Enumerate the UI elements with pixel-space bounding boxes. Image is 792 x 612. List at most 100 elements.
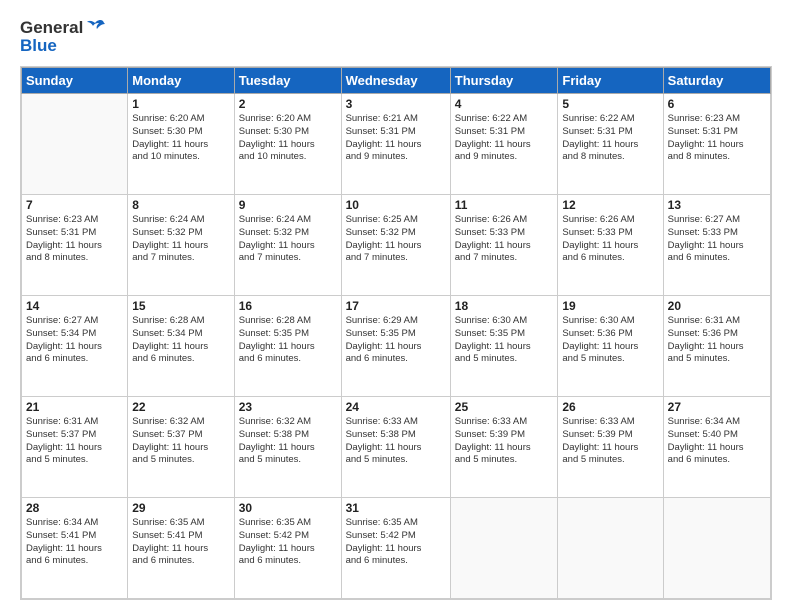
calendar-cell: 6 Sunrise: 6:23 AM Sunset: 5:31 PM Daylig… bbox=[663, 94, 770, 195]
week-row-3: 14Sunrise: 6:27 AM Sunset: 5:34 PM Dayli… bbox=[22, 296, 771, 397]
calendar-cell: 26 Sunrise: 6:33 AM Sunset: 5:39 PM Dayli… bbox=[558, 397, 663, 498]
day-info: Sunrise: 6:28 AM Sunset: 5:34 PM Dayligh… bbox=[132, 315, 230, 366]
day-info: Sunrise: 6:35 AM Sunset: 5:42 PM Dayligh… bbox=[239, 517, 337, 568]
calendar-cell: 21 Sunrise: 6:31 AM Sunset: 5:37 PM Dayli… bbox=[22, 397, 128, 498]
day-info: Sunrise: 6:31 AM Sunset: 5:36 PM Dayligh… bbox=[668, 315, 766, 366]
day-number: 3 bbox=[346, 97, 446, 111]
day-info: Sunrise: 6:33 AM Sunset: 5:39 PM Dayligh… bbox=[562, 416, 658, 467]
day-number: 5 bbox=[562, 97, 658, 111]
logo-blue: Blue bbox=[20, 36, 57, 56]
day-info: Sunrise: 6:35 AM Sunset: 5:42 PM Dayligh… bbox=[346, 517, 446, 568]
day-number: 10 bbox=[346, 198, 446, 212]
day-info: Sunrise: 6:24 AM Sunset: 5:32 PM Dayligh… bbox=[239, 214, 337, 265]
calendar-cell: 13 Sunrise: 6:27 AM Sunset: 5:33 PM Dayli… bbox=[663, 195, 770, 296]
calendar-cell: 18Sunrise: 6:30 AM Sunset: 5:35 PM Dayli… bbox=[450, 296, 558, 397]
day-info: Sunrise: 6:23 AM Sunset: 5:31 PM Dayligh… bbox=[668, 113, 766, 164]
day-number: 21 bbox=[26, 400, 123, 414]
calendar-cell: 10 Sunrise: 6:25 AM Sunset: 5:32 PM Dayli… bbox=[341, 195, 450, 296]
week-row-2: 7Sunrise: 6:23 AM Sunset: 5:31 PM Daylig… bbox=[22, 195, 771, 296]
day-number: 22 bbox=[132, 400, 230, 414]
calendar-cell: 19 Sunrise: 6:30 AM Sunset: 5:36 PM Dayli… bbox=[558, 296, 663, 397]
weekday-header-friday: Friday bbox=[558, 68, 663, 94]
calendar-cell bbox=[450, 498, 558, 599]
day-number: 9 bbox=[239, 198, 337, 212]
calendar-cell: 8 Sunrise: 6:24 AM Sunset: 5:32 PM Daylig… bbox=[128, 195, 235, 296]
calendar-cell: 11 Sunrise: 6:26 AM Sunset: 5:33 PM Dayli… bbox=[450, 195, 558, 296]
day-number: 28 bbox=[26, 501, 123, 515]
calendar-cell: 16 Sunrise: 6:28 AM Sunset: 5:35 PM Dayli… bbox=[234, 296, 341, 397]
day-info: Sunrise: 6:35 AM Sunset: 5:41 PM Dayligh… bbox=[132, 517, 230, 568]
calendar-cell: 15Sunrise: 6:28 AM Sunset: 5:34 PM Dayli… bbox=[128, 296, 235, 397]
calendar-cell bbox=[22, 94, 128, 195]
weekday-header-monday: Monday bbox=[128, 68, 235, 94]
week-row-4: 21 Sunrise: 6:31 AM Sunset: 5:37 PM Dayli… bbox=[22, 397, 771, 498]
calendar: SundayMondayTuesdayWednesdayThursdayFrid… bbox=[20, 66, 772, 600]
weekday-header-wednesday: Wednesday bbox=[341, 68, 450, 94]
calendar-cell: 3 Sunrise: 6:21 AM Sunset: 5:31 PM Daylig… bbox=[341, 94, 450, 195]
calendar-cell: 9 Sunrise: 6:24 AM Sunset: 5:32 PM Daylig… bbox=[234, 195, 341, 296]
calendar-cell: 17 Sunrise: 6:29 AM Sunset: 5:35 PM Dayli… bbox=[341, 296, 450, 397]
day-number: 2 bbox=[239, 97, 337, 111]
page: General Blue SundayMondayTuesdayWednesda… bbox=[0, 0, 792, 612]
weekday-header-tuesday: Tuesday bbox=[234, 68, 341, 94]
day-info: Sunrise: 6:33 AM Sunset: 5:38 PM Dayligh… bbox=[346, 416, 446, 467]
day-number: 13 bbox=[668, 198, 766, 212]
weekday-header-saturday: Saturday bbox=[663, 68, 770, 94]
day-number: 11 bbox=[455, 198, 554, 212]
calendar-cell bbox=[663, 498, 770, 599]
day-info: Sunrise: 6:20 AM Sunset: 5:30 PM Dayligh… bbox=[239, 113, 337, 164]
calendar-cell: 24 Sunrise: 6:33 AM Sunset: 5:38 PM Dayli… bbox=[341, 397, 450, 498]
day-number: 30 bbox=[239, 501, 337, 515]
day-info: Sunrise: 6:28 AM Sunset: 5:35 PM Dayligh… bbox=[239, 315, 337, 366]
day-info: Sunrise: 6:22 AM Sunset: 5:31 PM Dayligh… bbox=[562, 113, 658, 164]
day-info: Sunrise: 6:20 AM Sunset: 5:30 PM Dayligh… bbox=[132, 113, 230, 164]
day-number: 26 bbox=[562, 400, 658, 414]
day-number: 6 bbox=[668, 97, 766, 111]
day-number: 8 bbox=[132, 198, 230, 212]
calendar-cell: 12 Sunrise: 6:26 AM Sunset: 5:33 PM Dayli… bbox=[558, 195, 663, 296]
day-info: Sunrise: 6:32 AM Sunset: 5:38 PM Dayligh… bbox=[239, 416, 337, 467]
calendar-cell: 29 Sunrise: 6:35 AM Sunset: 5:41 PM Dayli… bbox=[128, 498, 235, 599]
weekday-header-row: SundayMondayTuesdayWednesdayThursdayFrid… bbox=[22, 68, 771, 94]
calendar-cell: 14Sunrise: 6:27 AM Sunset: 5:34 PM Dayli… bbox=[22, 296, 128, 397]
calendar-cell: 1Sunrise: 6:20 AM Sunset: 5:30 PM Daylig… bbox=[128, 94, 235, 195]
day-info: Sunrise: 6:31 AM Sunset: 5:37 PM Dayligh… bbox=[26, 416, 123, 467]
calendar-cell: 31 Sunrise: 6:35 AM Sunset: 5:42 PM Dayli… bbox=[341, 498, 450, 599]
day-number: 12 bbox=[562, 198, 658, 212]
day-number: 29 bbox=[132, 501, 230, 515]
day-number: 25 bbox=[455, 400, 554, 414]
day-number: 31 bbox=[346, 501, 446, 515]
logo-general: General bbox=[20, 18, 83, 38]
calendar-cell: 4 Sunrise: 6:22 AM Sunset: 5:31 PM Daylig… bbox=[450, 94, 558, 195]
day-number: 24 bbox=[346, 400, 446, 414]
calendar-cell: 27Sunrise: 6:34 AM Sunset: 5:40 PM Dayli… bbox=[663, 397, 770, 498]
day-info: Sunrise: 6:27 AM Sunset: 5:34 PM Dayligh… bbox=[26, 315, 123, 366]
day-number: 20 bbox=[668, 299, 766, 313]
day-info: Sunrise: 6:26 AM Sunset: 5:33 PM Dayligh… bbox=[562, 214, 658, 265]
day-info: Sunrise: 6:21 AM Sunset: 5:31 PM Dayligh… bbox=[346, 113, 446, 164]
day-number: 27 bbox=[668, 400, 766, 414]
day-info: Sunrise: 6:27 AM Sunset: 5:33 PM Dayligh… bbox=[668, 214, 766, 265]
logo: General Blue bbox=[20, 18, 107, 56]
weekday-header-thursday: Thursday bbox=[450, 68, 558, 94]
day-info: Sunrise: 6:30 AM Sunset: 5:36 PM Dayligh… bbox=[562, 315, 658, 366]
day-info: Sunrise: 6:22 AM Sunset: 5:31 PM Dayligh… bbox=[455, 113, 554, 164]
day-info: Sunrise: 6:25 AM Sunset: 5:32 PM Dayligh… bbox=[346, 214, 446, 265]
day-number: 4 bbox=[455, 97, 554, 111]
day-info: Sunrise: 6:24 AM Sunset: 5:32 PM Dayligh… bbox=[132, 214, 230, 265]
day-number: 16 bbox=[239, 299, 337, 313]
day-number: 17 bbox=[346, 299, 446, 313]
weekday-header-sunday: Sunday bbox=[22, 68, 128, 94]
day-info: Sunrise: 6:26 AM Sunset: 5:33 PM Dayligh… bbox=[455, 214, 554, 265]
day-number: 19 bbox=[562, 299, 658, 313]
day-number: 7 bbox=[26, 198, 123, 212]
logo-bird-icon bbox=[85, 19, 107, 35]
header: General Blue bbox=[20, 18, 772, 56]
calendar-cell bbox=[558, 498, 663, 599]
calendar-cell: 28Sunrise: 6:34 AM Sunset: 5:41 PM Dayli… bbox=[22, 498, 128, 599]
week-row-1: 1Sunrise: 6:20 AM Sunset: 5:30 PM Daylig… bbox=[22, 94, 771, 195]
day-info: Sunrise: 6:32 AM Sunset: 5:37 PM Dayligh… bbox=[132, 416, 230, 467]
day-info: Sunrise: 6:29 AM Sunset: 5:35 PM Dayligh… bbox=[346, 315, 446, 366]
calendar-cell: 25Sunrise: 6:33 AM Sunset: 5:39 PM Dayli… bbox=[450, 397, 558, 498]
calendar-cell: 7Sunrise: 6:23 AM Sunset: 5:31 PM Daylig… bbox=[22, 195, 128, 296]
